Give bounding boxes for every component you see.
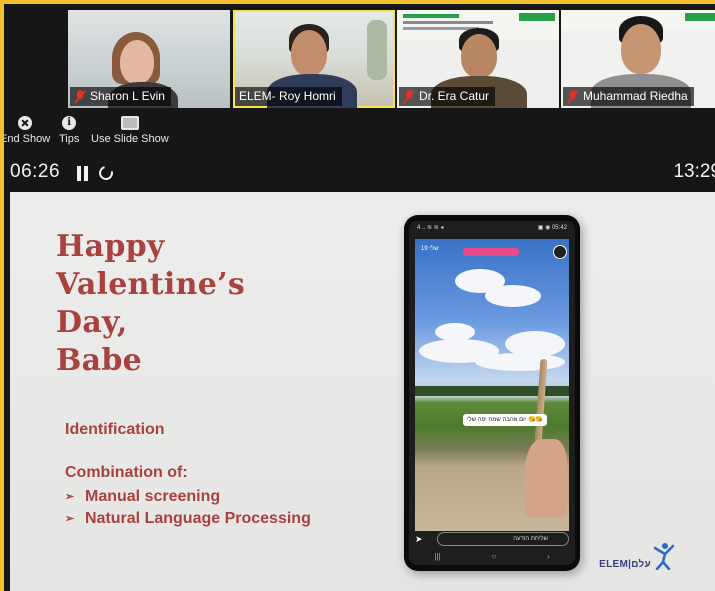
list-item: ➢ Natural Language Processing [65, 508, 311, 530]
video-tile-era[interactable]: Dr. Era Catur [397, 10, 559, 108]
arrow-bullet-icon: ➢ [65, 491, 75, 503]
current-slide[interactable]: Happy Valentine’s Day, Babe Identificati… [10, 192, 715, 591]
microphone-muted-icon [567, 89, 579, 104]
headline-line: Babe [56, 343, 143, 378]
participant-name: Muhammad Riedha [583, 89, 688, 103]
presenter-toolbar: End Show i Tips Use Slide Show [4, 116, 204, 152]
headline-line: Day, [56, 305, 128, 340]
story-username-highlight [463, 248, 519, 256]
story-username: שלי 19 [421, 246, 439, 252]
video-tile-roy[interactable]: ELEM- Roy Homri [233, 10, 395, 108]
arrow-bullet-icon: ➢ [65, 513, 75, 525]
story-photo [415, 239, 569, 531]
info-icon: i [62, 116, 77, 130]
participant-name-tag: Muhammad Riedha [563, 87, 694, 106]
reset-timer-icon[interactable] [96, 163, 116, 183]
close-circle-icon [18, 116, 33, 130]
combination-label: Combination of: [65, 464, 188, 481]
elem-logo-text: ELEM|עלם [599, 559, 651, 570]
back-icon: › [546, 552, 550, 561]
android-nav-bar: ||| ○ › [409, 549, 575, 565]
tips-label: Tips [59, 133, 80, 145]
current-time: 13:29 [673, 161, 715, 182]
microphone-muted-icon [403, 89, 415, 104]
phone-mockup: 4 .. ≋ ≋ ◂ ▣ ◉ 05:42 שלי 19 יום אהבה שמח… [404, 215, 580, 571]
use-slide-show-label: Use Slide Show [91, 133, 169, 145]
participant-face [621, 24, 661, 74]
microphone-muted-icon [74, 89, 86, 104]
participant-name: ELEM- Roy Homri [239, 89, 336, 103]
headline-line: Valentine’s [56, 267, 246, 302]
list-item-label: Manual screening [85, 488, 221, 505]
section-title: Identification [65, 421, 165, 438]
participant-name-tag: Sharon L Evin [70, 87, 171, 106]
video-tile-muhammad[interactable]: Muhammad Riedha [561, 10, 715, 108]
pause-icon[interactable] [76, 166, 88, 181]
participant-name: Dr. Era Catur [419, 89, 490, 103]
home-icon: ○ [491, 552, 497, 561]
use-slide-show-button[interactable]: Use Slide Show [91, 116, 169, 145]
participant-face [291, 30, 327, 76]
slide-headline: Happy Valentine’s Day, Babe [56, 228, 245, 380]
participant-face [120, 40, 154, 84]
participant-name-tag: ELEM- Roy Homri [235, 87, 342, 106]
list-item-label: Natural Language Processing [85, 510, 311, 527]
slide-show-icon [120, 116, 139, 130]
avatar [553, 245, 567, 259]
tips-button[interactable]: i Tips [59, 116, 79, 145]
elem-logo: ELEM|עלם [599, 542, 675, 570]
list-item: ➢ Manual screening [65, 486, 311, 508]
person-figure-icon [653, 542, 675, 570]
phone-status-bar: 4 .. ≋ ≋ ◂ ▣ ◉ 05:42 [409, 221, 575, 235]
headline-line: Happy [56, 229, 165, 264]
background-plant [367, 20, 387, 80]
hand [525, 439, 567, 517]
status-left: 4 .. ≋ ≋ ◂ [417, 225, 444, 231]
story-reply-row: ➤ שליחת הודעה [415, 531, 569, 547]
reply-input: שליחת הודעה [437, 532, 569, 546]
status-right: ▣ ◉ 05:42 [537, 225, 567, 231]
participant-face [461, 34, 497, 78]
end-show-label: End Show [4, 133, 51, 145]
participant-name-tag: Dr. Era Catur [399, 87, 496, 106]
end-show-button[interactable]: End Show [4, 116, 50, 145]
participant-name: Sharon L Evin [90, 89, 165, 103]
recent-apps-icon: ||| [434, 552, 441, 561]
phone-screen: 4 .. ≋ ≋ ◂ ▣ ◉ 05:42 שלי 19 יום אהבה שמח… [409, 221, 575, 565]
send-icon: ➤ [415, 533, 423, 544]
method-list: ➢ Manual screening ➢ Natural Language Pr… [65, 486, 311, 530]
zoom-window: Sharon L Evin ELEM- Roy Homri Dr. Era Ca… [4, 4, 715, 591]
story-caption: יום אהבה שמח יפה שלי 😘😘 [463, 414, 547, 426]
video-tile-sharon[interactable]: Sharon L Evin [68, 10, 230, 108]
elapsed-timer: 06:26 [10, 161, 61, 182]
